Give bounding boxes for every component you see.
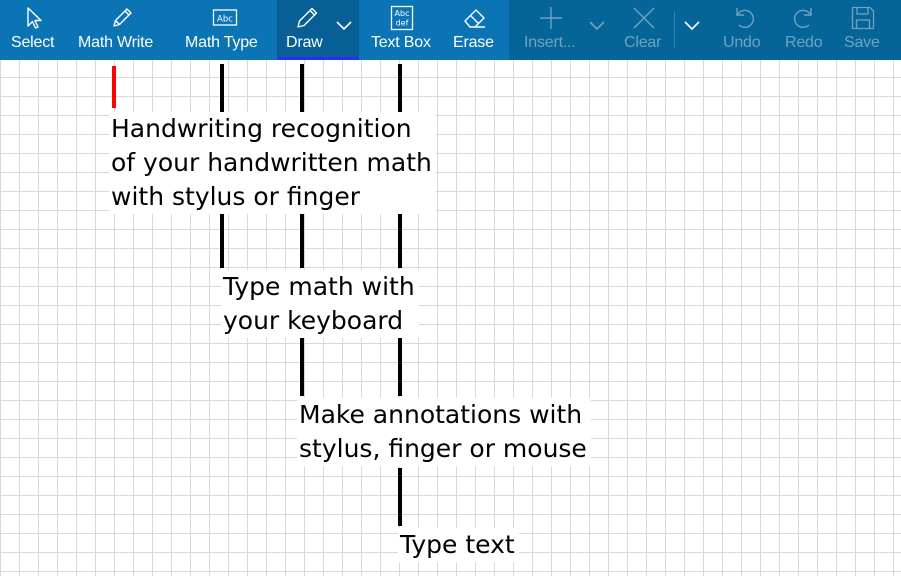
clear-button[interactable]: Clear: [614, 0, 674, 60]
cursor-arrow-icon: [27, 7, 42, 29]
eraser-icon: [464, 9, 485, 28]
draw-callout: Make annotations with stylus, finger or …: [297, 398, 591, 466]
math-type-guide-line-1: [220, 64, 224, 114]
text-box-guide-line-3: [398, 338, 402, 396]
toolbar: Select Math Write Abc Math Type Draw Abc…: [0, 0, 901, 60]
math-write-callout: Handwriting recognition of your handwrit…: [109, 112, 436, 214]
text-box-icon-line1: Abc: [395, 9, 410, 18]
math-type-button[interactable]: Abc Math Type: [176, 0, 274, 60]
undo-icon: [736, 8, 754, 28]
math-write-label: Math Write: [78, 34, 154, 51]
close-x-icon: [633, 7, 655, 29]
text-box-guide-line-2: [398, 214, 402, 268]
text-box-label: Text Box: [371, 34, 431, 51]
erase-button[interactable]: Erase: [444, 0, 506, 60]
select-button[interactable]: Select: [0, 0, 68, 60]
draw-button[interactable]: Draw: [277, 0, 359, 60]
undo-button[interactable]: Undo: [716, 0, 772, 60]
insert-options-chevron-down-icon[interactable]: [586, 14, 608, 36]
text-cursor-marker: [112, 66, 116, 108]
clear-label: Clear: [624, 34, 662, 51]
plus-icon: [540, 7, 562, 29]
text-box-icon: Abc def: [390, 5, 414, 31]
text-box-callout: Type text: [398, 528, 519, 562]
save-button[interactable]: Save: [838, 0, 888, 60]
redo-button[interactable]: Redo: [776, 0, 832, 60]
floppy-disk-icon: [851, 6, 875, 30]
redo-icon: [794, 8, 812, 28]
math-type-label: Math Type: [185, 34, 258, 51]
pen-icon: [297, 7, 318, 28]
draw-guide-line-1: [300, 64, 304, 114]
redo-label: Redo: [785, 34, 823, 51]
math-type-guide-line-2: [220, 214, 224, 268]
draw-guide-line-2: [300, 214, 304, 268]
undo-label: Undo: [723, 34, 761, 51]
math-type-icon-text: Abc: [217, 15, 233, 25]
draw-label: Draw: [286, 34, 323, 51]
toolbar-separator: [674, 12, 675, 48]
draw-options-chevron-down-icon[interactable]: [333, 14, 355, 36]
text-box-guide-line-1: [398, 64, 402, 114]
insert-label: Insert...: [524, 34, 576, 51]
select-label: Select: [11, 34, 55, 51]
text-box-button[interactable]: Abc def Text Box: [362, 0, 442, 60]
draw-guide-line-3: [300, 338, 304, 396]
text-box-guide-line-4: [398, 468, 402, 526]
insert-button[interactable]: Insert...: [512, 0, 610, 60]
keyboard-abc-icon: Abc: [212, 9, 238, 26]
more-options-chevron-down-icon[interactable]: [681, 14, 703, 36]
erase-label: Erase: [453, 34, 494, 51]
pencil-icon: [113, 8, 132, 27]
math-write-button[interactable]: Math Write: [70, 0, 174, 60]
math-type-callout: Type math with your keyboard: [221, 270, 419, 338]
save-label: Save: [844, 34, 880, 51]
text-box-icon-line2: def: [396, 19, 409, 28]
